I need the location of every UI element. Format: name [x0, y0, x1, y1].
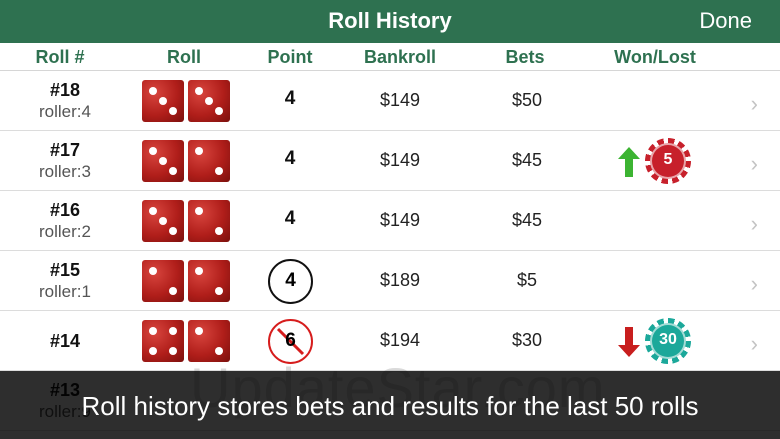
bets-value: $50 — [511, 90, 543, 110]
roller-label: roller:4 — [39, 102, 91, 121]
dice-pair — [140, 260, 232, 304]
chip-icon: 30 — [645, 318, 691, 364]
bankroll-value: $149 — [379, 90, 421, 110]
col-bankroll: Bankroll — [363, 47, 437, 67]
die-icon — [142, 80, 184, 122]
die-pip — [195, 267, 203, 275]
bankroll-value: $149 — [379, 150, 421, 170]
bets-value: $45 — [511, 150, 543, 170]
table-row[interactable]: #15 roller:1 4 $189 $5 › — [0, 251, 780, 311]
col-roll: Roll — [167, 47, 201, 67]
point-value: 4 — [284, 208, 296, 229]
die-pip — [169, 347, 177, 355]
die-pip — [169, 107, 177, 115]
dice-pair — [140, 80, 232, 124]
chip-value: 30 — [659, 331, 677, 348]
die-pip — [215, 167, 223, 175]
roll-number: #15 — [49, 260, 81, 280]
page-title: Roll History — [328, 8, 452, 33]
bankroll-value: $194 — [379, 330, 421, 350]
chevron-right-icon[interactable]: › — [751, 151, 758, 177]
table-row[interactable]: #16 roller:2 4 $149 $45 › — [0, 191, 780, 251]
die-pip — [149, 147, 157, 155]
die-pip — [169, 167, 177, 175]
die-icon — [188, 260, 230, 302]
die-icon — [142, 200, 184, 242]
dice-pair — [140, 140, 232, 184]
col-bets: Bets — [505, 47, 545, 67]
die-pip — [169, 327, 177, 335]
bankroll-value: $189 — [379, 270, 421, 290]
die-pip — [149, 347, 157, 355]
die-pip — [159, 217, 167, 225]
navigation-bar: Roll History Done — [0, 0, 780, 43]
col-won-lost: Won/Lost — [614, 47, 696, 67]
die-icon — [188, 320, 230, 362]
die-pip — [195, 327, 203, 335]
bets-value: $5 — [516, 270, 538, 290]
roll-number: #16 — [49, 200, 81, 220]
column-headers: Roll # Roll Point Bankroll Bets Won/Lost — [0, 43, 780, 71]
arrow-down-icon — [618, 327, 640, 362]
dice-pair — [140, 320, 232, 364]
die-pip — [215, 107, 223, 115]
col-point: Point — [267, 47, 313, 67]
die-icon — [142, 320, 184, 362]
dice-pair — [140, 200, 232, 244]
chevron-right-icon[interactable]: › — [751, 331, 758, 357]
roll-number: #14 — [49, 331, 81, 351]
die-pip — [149, 87, 157, 95]
col-roll-number: Roll # — [35, 47, 85, 67]
bets-value: $45 — [511, 210, 543, 230]
die-pip — [215, 347, 223, 355]
die-pip — [149, 327, 157, 335]
die-pip — [215, 287, 223, 295]
point-value: 6 — [285, 330, 296, 351]
caption-text: Roll history stores bets and results for… — [81, 391, 699, 421]
chevron-right-icon[interactable]: › — [751, 91, 758, 117]
roller-label: roller:3 — [39, 162, 91, 181]
die-pip — [169, 227, 177, 235]
roll-number: #17 — [49, 140, 81, 160]
die-pip — [149, 267, 157, 275]
die-pip — [169, 287, 177, 295]
chevron-right-icon[interactable]: › — [751, 211, 758, 237]
die-pip — [205, 97, 213, 105]
point-value: 4 — [285, 270, 296, 291]
die-pip — [195, 147, 203, 155]
die-pip — [195, 87, 203, 95]
die-icon — [188, 80, 230, 122]
chevron-right-icon[interactable]: › — [751, 271, 758, 297]
chip-value: 5 — [663, 151, 673, 168]
die-pip — [159, 97, 167, 105]
die-pip — [195, 207, 203, 215]
die-pip — [149, 207, 157, 215]
bets-value: $30 — [511, 330, 543, 350]
die-icon — [142, 260, 184, 302]
roller-label: roller:1 — [39, 282, 91, 301]
table-row[interactable]: #17 roller:3 4 $149 $45 5 › — [0, 131, 780, 191]
table-row[interactable]: #18 roller:4 4 $149 $50 › — [0, 71, 780, 131]
roller-label: roller:2 — [39, 222, 91, 241]
roll-number: #18 — [49, 80, 81, 100]
die-icon — [188, 140, 230, 182]
die-pip — [159, 157, 167, 165]
point-value: 4 — [284, 148, 296, 169]
table-row[interactable]: #14 6 $194 $30 30 › — [0, 311, 780, 371]
arrow-up-icon — [618, 147, 640, 182]
die-icon — [142, 140, 184, 182]
bankroll-value: $149 — [379, 210, 421, 230]
done-button[interactable]: Done — [699, 8, 752, 34]
chip-icon: 5 — [645, 138, 691, 184]
die-pip — [215, 227, 223, 235]
die-icon — [188, 200, 230, 242]
caption-overlay: Roll history stores bets and results for… — [0, 371, 780, 439]
point-value: 4 — [284, 88, 296, 109]
